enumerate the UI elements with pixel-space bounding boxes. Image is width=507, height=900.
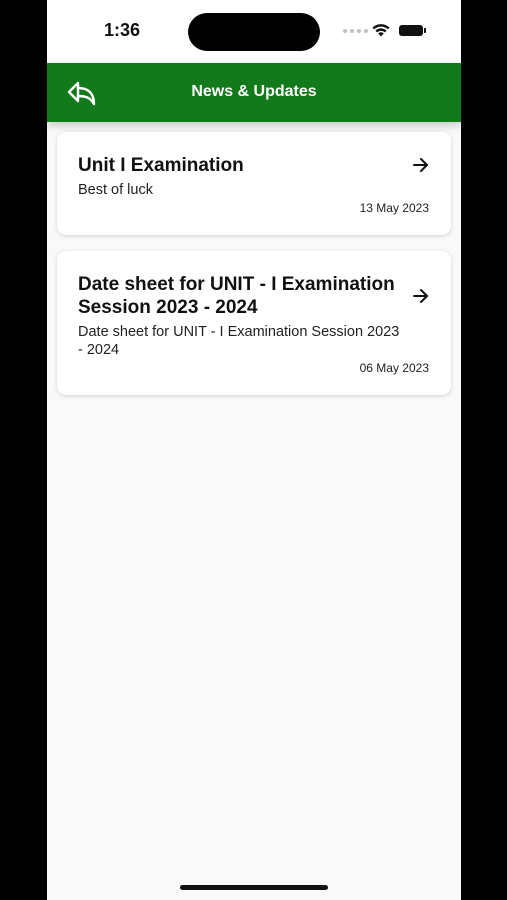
news-card[interactable]: Date sheet for UNIT - I Examination Sess… — [57, 251, 451, 395]
wifi-icon — [372, 24, 390, 37]
status-time: 1:36 — [104, 20, 141, 40]
arrow-right-icon[interactable] — [413, 289, 429, 303]
status-bar: 1:36 — [47, 0, 461, 63]
home-indicator[interactable] — [180, 885, 328, 890]
news-description: Date sheet for UNIT - I Examination Sess… — [78, 324, 400, 358]
news-description: Best of luck — [78, 182, 153, 198]
news-title: Date sheet for UNIT - I Examination Sess… — [78, 274, 395, 318]
news-date: 06 May 2023 — [359, 361, 429, 375]
battery-icon — [399, 25, 426, 36]
cellular-signal-icon — [343, 29, 368, 33]
phone-screen: 1:36 News & Updates Unit I Examination B… — [47, 0, 461, 900]
app-header: News & Updates — [47, 63, 461, 122]
page-title: News & Updates — [191, 83, 317, 100]
news-card[interactable]: Unit I Examination Best of luck 13 May 2… — [57, 132, 451, 235]
news-date: 13 May 2023 — [359, 201, 429, 215]
arrow-right-icon[interactable] — [413, 158, 429, 172]
dynamic-island — [188, 13, 320, 51]
news-title: Unit I Examination — [78, 155, 244, 176]
news-list: Unit I Examination Best of luck 13 May 2… — [57, 132, 451, 411]
